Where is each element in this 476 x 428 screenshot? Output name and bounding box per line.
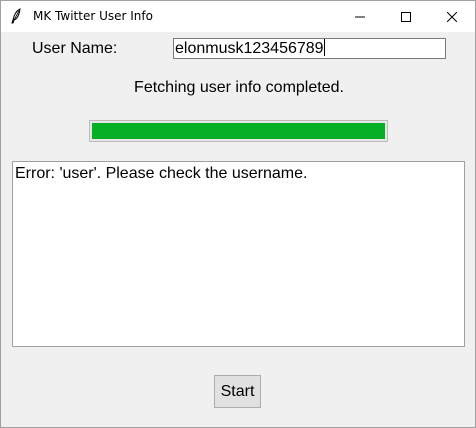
close-icon [447, 11, 457, 22]
app-window: MK Twitter User Info User Name: elonmusk… [0, 0, 476, 428]
progress-bar [89, 120, 388, 142]
status-text: Fetching user info completed. [134, 79, 344, 96]
title-bar[interactable]: MK Twitter User Info [1, 1, 475, 32]
maximize-icon [401, 11, 411, 22]
feather-icon [9, 8, 25, 24]
progress-fill [92, 123, 385, 139]
start-button[interactable]: Start [214, 375, 261, 408]
minimize-icon [355, 16, 365, 17]
close-button[interactable] [429, 1, 475, 32]
maximize-button[interactable] [383, 1, 429, 32]
username-value: elonmusk123456789 [175, 40, 324, 57]
window-title: MK Twitter User Info [33, 9, 153, 23]
output-text: Error: 'user'. Please check the username… [15, 165, 308, 182]
text-caret [323, 39, 325, 56]
output-textbox[interactable]: Error: 'user'. Please check the username… [12, 161, 465, 347]
minimize-button[interactable] [337, 1, 383, 32]
username-input[interactable]: elonmusk123456789 [173, 38, 446, 59]
username-label: User Name: [32, 40, 118, 57]
